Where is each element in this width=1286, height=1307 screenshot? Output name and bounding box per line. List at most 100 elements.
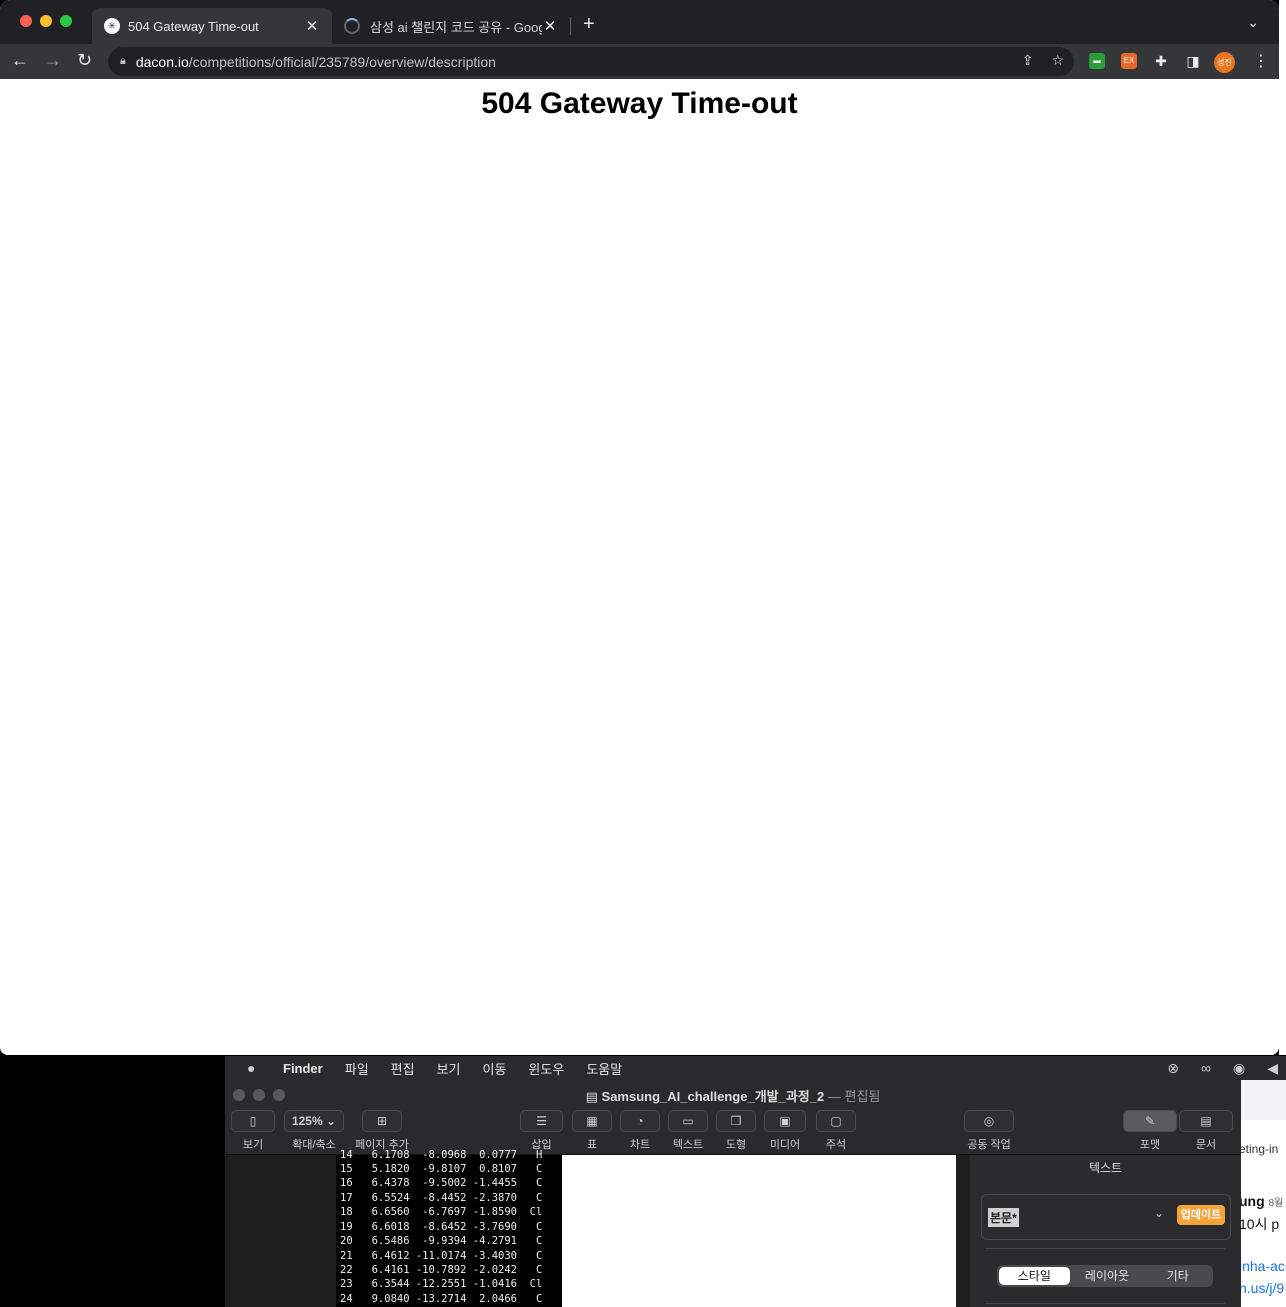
terminal-row: 24 9.0840 -13.2714 2.0466 C bbox=[340, 1293, 543, 1305]
extension-green-icon[interactable]: ▬ bbox=[1089, 53, 1105, 69]
tab-gateway-timeout[interactable]: ✳ 504 Gateway Time-out ✕ bbox=[92, 8, 332, 44]
menu-item-window[interactable]: 윈도우 bbox=[528, 1059, 564, 1078]
status-glasses-icon[interactable]: ∞ bbox=[1201, 1060, 1211, 1077]
format-label: 포맷 bbox=[1139, 1139, 1161, 1151]
insert-icon[interactable]: ☰ bbox=[520, 1110, 563, 1132]
new-tab-button[interactable]: + bbox=[583, 14, 595, 34]
terminal-screenshot-image: 14 6.1708 -8.0968 0.0777 H 15 5.1820 -9.… bbox=[336, 1149, 562, 1307]
side-panel-icon[interactable]: ◨ bbox=[1185, 53, 1201, 69]
paragraph-style-selector[interactable]: 본문* ⌄ 업데이트 bbox=[981, 1194, 1231, 1240]
terminal-row: 20 6.5486 -9.9394 -4.2791 C bbox=[340, 1235, 543, 1247]
menu-app-finder[interactable]: Finder bbox=[283, 1061, 323, 1076]
divider bbox=[985, 1248, 1225, 1249]
bg-link[interactable]: inha-ac bbox=[1241, 1258, 1285, 1274]
chart-icon[interactable]: ◔ bbox=[620, 1110, 660, 1132]
terminal-row: 23 6.3544 -12.2551 -1.0416 Cl bbox=[340, 1278, 543, 1290]
terminal-row: 14 6.1708 -8.0968 0.0777 H bbox=[340, 1149, 543, 1161]
tab-style[interactable]: 스타일 bbox=[999, 1267, 1070, 1285]
menu-item-file[interactable]: 파일 bbox=[345, 1059, 369, 1078]
tab-title: 삼성 ai 챌린지 코드 공유 - Google bbox=[370, 19, 542, 35]
share-icon[interactable]: ⇪ bbox=[1022, 52, 1034, 69]
url-host: dacon.io bbox=[135, 53, 189, 70]
toolbar-add-page[interactable]: ⊞ 페이지 추가 bbox=[352, 1110, 412, 1152]
bookmark-star-icon[interactable]: ☆ bbox=[1051, 52, 1064, 69]
chart-label: 차트 bbox=[629, 1139, 651, 1151]
bg-date: 8월 bbox=[1268, 1198, 1284, 1209]
zoom-select[interactable]: 125% ⌄ bbox=[284, 1110, 344, 1132]
menu-item-edit[interactable]: 편집 bbox=[391, 1059, 415, 1078]
reload-icon[interactable]: ↻ bbox=[77, 50, 92, 71]
tab-google-doc[interactable]: 삼성 ai 챌린지 코드 공유 - Google ✕ bbox=[334, 8, 570, 44]
bg-text: 10시 p bbox=[1241, 1216, 1280, 1232]
browser-window: ✳ 504 Gateway Time-out ✕ 삼성 ai 챌린지 코드 공유… bbox=[0, 0, 1279, 1055]
toolbar-document[interactable]: ▤ 문서 bbox=[1179, 1110, 1233, 1152]
extensions-puzzle-icon[interactable]: ✚ bbox=[1153, 53, 1169, 69]
add-page-icon[interactable]: ⊞ bbox=[362, 1110, 402, 1132]
status-notification-icon[interactable]: ◉ bbox=[1233, 1060, 1245, 1077]
collaborate-icon[interactable]: ◎ bbox=[964, 1110, 1014, 1132]
forward-arrow-icon[interactable]: → bbox=[44, 50, 62, 71]
toolbar-collaborate[interactable]: ◎ 공동 작업 bbox=[962, 1110, 1016, 1152]
view-label: 보기 bbox=[242, 1139, 264, 1151]
tab-title: 504 Gateway Time-out bbox=[128, 18, 259, 34]
paragraph-style-name: 본문* bbox=[988, 1208, 1019, 1227]
media-icon[interactable]: ▣ bbox=[764, 1110, 806, 1132]
sidebar-toggle-icon[interactable]: ▯ bbox=[231, 1110, 275, 1132]
terminal-row: 21 6.4612 -11.0174 -3.4030 C bbox=[340, 1250, 543, 1262]
back-arrow-icon[interactable]: ← bbox=[11, 50, 29, 71]
text-box-icon[interactable]: ▭ bbox=[668, 1110, 708, 1132]
minimize-window-button[interactable] bbox=[40, 15, 52, 27]
document-inspector-icon[interactable]: ▤ bbox=[1179, 1110, 1233, 1132]
status-x-icon[interactable]: ⊗ bbox=[1167, 1060, 1179, 1077]
toolbar-comment[interactable]: ▢ 주석 bbox=[815, 1110, 857, 1152]
document-name: Samsung_AI_challenge_개발_과정_2 bbox=[601, 1089, 825, 1104]
tab-close-icon[interactable]: ✕ bbox=[304, 17, 320, 35]
bg-sender-name: ung bbox=[1241, 1193, 1265, 1209]
tab-search-chevron-icon[interactable]: ⌄ bbox=[1247, 14, 1259, 31]
toolbar-format[interactable]: ✎ 포맷 bbox=[1123, 1110, 1177, 1152]
toolbar-shape[interactable]: ❐ 도형 bbox=[715, 1110, 757, 1152]
profile-avatar[interactable]: 성진 bbox=[1214, 52, 1235, 73]
bg-text: eting-in bbox=[1241, 1142, 1279, 1156]
sidebar-header: 텍스트 bbox=[1088, 1161, 1123, 1175]
table-icon[interactable]: ▦ bbox=[572, 1110, 612, 1132]
tab-more[interactable]: 기타 bbox=[1142, 1265, 1213, 1287]
toolbar-text[interactable]: ▭ 텍스트 bbox=[667, 1110, 709, 1152]
close-window-button[interactable] bbox=[20, 15, 32, 27]
zoom-label: 확대/축소 bbox=[292, 1139, 336, 1151]
volume-icon[interactable]: ◀ bbox=[1267, 1060, 1278, 1077]
background-toolbar bbox=[1241, 1080, 1286, 1120]
terminal-row: 19 6.6018 -8.6452 -3.7690 C bbox=[340, 1221, 543, 1233]
sidebar-tabs: 스타일 레이아웃 기타 bbox=[997, 1265, 1213, 1287]
address-bar[interactable]: 🔒︎ dacon.io /competitions/official/23578… bbox=[108, 47, 1074, 76]
browser-menu-icon[interactable]: ⋮ bbox=[1253, 51, 1269, 71]
toolbar-chart[interactable]: ◔ 차트 bbox=[619, 1110, 661, 1152]
bg-link[interactable]: n.us/j/9 bbox=[1241, 1280, 1284, 1296]
zoom-window-button[interactable] bbox=[60, 15, 72, 27]
tab-close-icon[interactable]: ✕ bbox=[542, 17, 558, 35]
apple-logo-icon[interactable]: ● bbox=[247, 1060, 263, 1076]
menu-item-go[interactable]: 이동 bbox=[483, 1059, 507, 1078]
update-style-button[interactable]: 업데이트 bbox=[1177, 1205, 1225, 1225]
terminal-row: 17 6.5524 -8.4452 -2.3870 C bbox=[340, 1192, 543, 1204]
format-brush-icon[interactable]: ✎ bbox=[1123, 1110, 1177, 1132]
toolbar-zoom[interactable]: 125% ⌄ 확대/축소 bbox=[283, 1110, 345, 1152]
text-label: 텍스트 bbox=[672, 1139, 704, 1151]
terminal-row: 16 6.4378 -9.5002 -1.4455 C bbox=[340, 1177, 543, 1189]
toolbar-media[interactable]: ▣ 미디어 bbox=[763, 1110, 807, 1152]
shape-icon[interactable]: ❐ bbox=[716, 1110, 756, 1132]
pages-titlebar: ▤ Samsung_AI_challenge_개발_과정_2 — 편집됨 ▯ 보… bbox=[225, 1080, 1241, 1155]
document-label: 문서 bbox=[1195, 1139, 1217, 1151]
toolbar-table[interactable]: ▦ 표 bbox=[571, 1110, 613, 1152]
page-content: 504 Gateway Time-out bbox=[0, 79, 1279, 1055]
extension-ex-icon[interactable]: EX bbox=[1121, 53, 1137, 69]
document-canvas: 14 6.1708 -8.0968 0.0777 H 15 5.1820 -9.… bbox=[225, 1149, 956, 1307]
tab-layout[interactable]: 레이아웃 bbox=[1072, 1265, 1143, 1287]
document-page[interactable] bbox=[562, 1155, 956, 1307]
menu-item-help[interactable]: 도움말 bbox=[586, 1059, 622, 1078]
menu-item-view[interactable]: 보기 bbox=[437, 1059, 461, 1078]
chevron-down-icon[interactable]: ⌄ bbox=[1154, 1206, 1164, 1220]
comment-icon[interactable]: ▢ bbox=[816, 1110, 856, 1132]
toolbar-insert[interactable]: ☰ 삽입 bbox=[519, 1110, 564, 1152]
toolbar-view[interactable]: ▯ 보기 bbox=[230, 1110, 276, 1152]
